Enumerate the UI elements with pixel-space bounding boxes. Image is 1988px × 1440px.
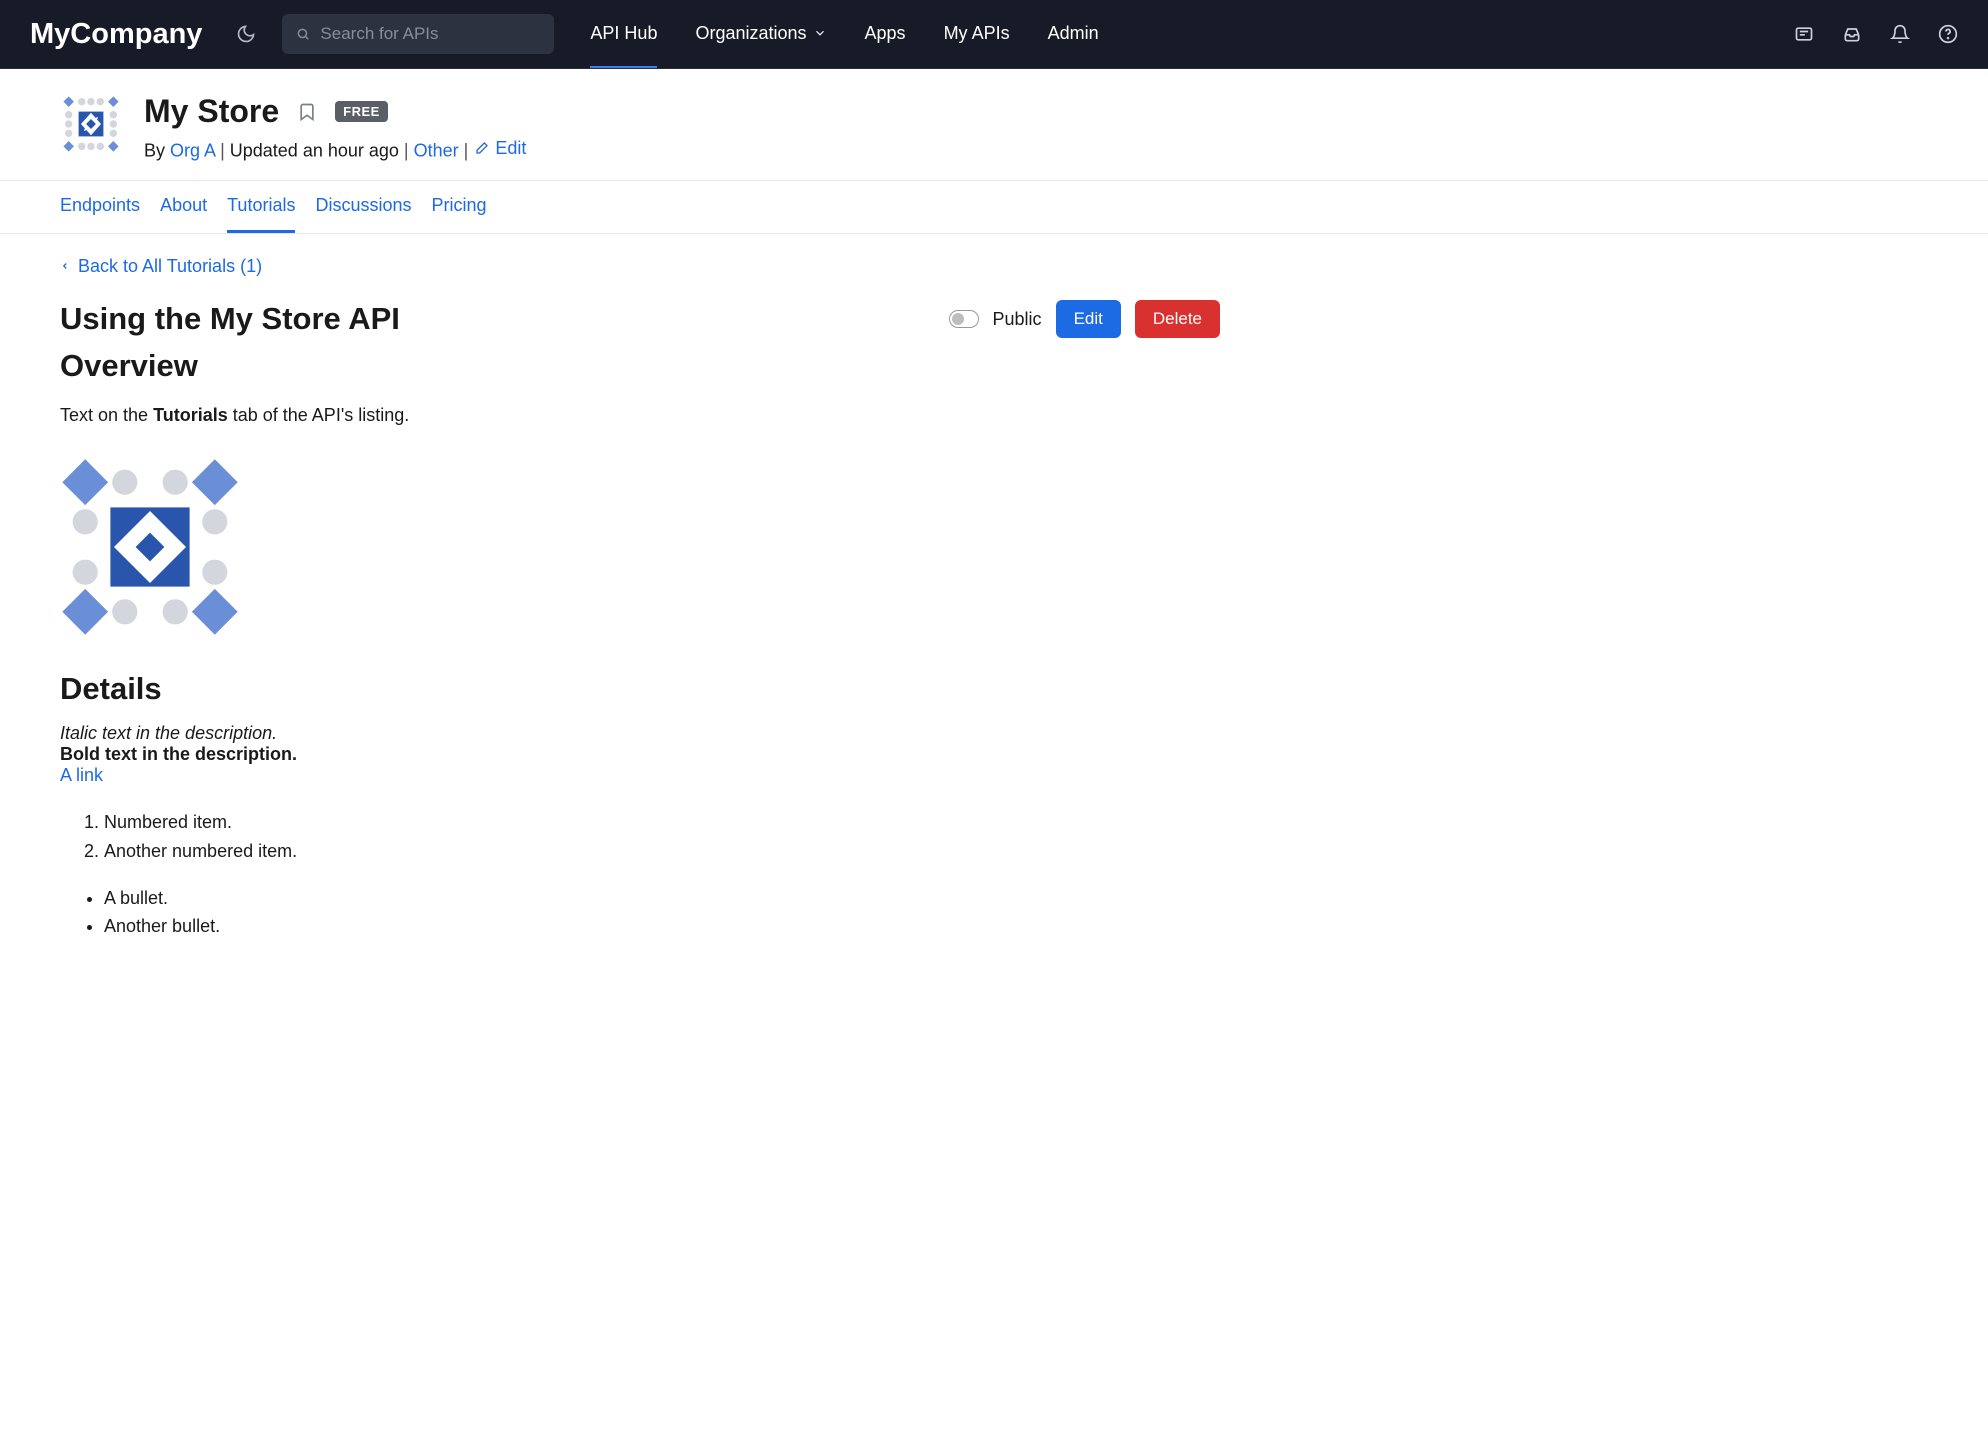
tutorial-illustration bbox=[60, 457, 240, 637]
delete-tutorial-button[interactable]: Delete bbox=[1135, 300, 1220, 338]
overview-heading: Overview bbox=[60, 348, 1220, 384]
details-heading: Details bbox=[60, 671, 1220, 707]
messages-button[interactable] bbox=[1794, 24, 1814, 44]
api-title: My Store bbox=[144, 93, 279, 130]
api-header: My Store FREE By Org A | Updated an hour… bbox=[0, 69, 1988, 181]
edit-tutorial-button[interactable]: Edit bbox=[1056, 300, 1121, 338]
pencil-icon bbox=[473, 141, 489, 157]
bookmark-icon bbox=[297, 100, 317, 124]
list-item: Another numbered item. bbox=[104, 837, 1220, 866]
edit-api-link[interactable]: Edit bbox=[473, 138, 526, 159]
public-toggle-label: Public bbox=[993, 309, 1042, 330]
public-toggle[interactable] bbox=[949, 310, 979, 328]
api-meta: By Org A | Updated an hour ago | Other |… bbox=[144, 138, 526, 162]
overview-text-bold: Tutorials bbox=[153, 405, 228, 425]
main-content: Back to All Tutorials (1) Using the My S… bbox=[0, 234, 1280, 982]
category-link[interactable]: Other bbox=[414, 141, 459, 161]
tab-endpoints[interactable]: Endpoints bbox=[60, 181, 140, 233]
list-item: A bullet. bbox=[104, 884, 1220, 913]
details-bold: Bold text in the description. bbox=[60, 744, 1220, 765]
tab-about[interactable]: About bbox=[160, 181, 207, 233]
brand-logo[interactable]: MyCompany bbox=[30, 18, 202, 51]
tutorial-actions: Public Edit Delete bbox=[949, 300, 1220, 338]
theme-toggle-button[interactable] bbox=[230, 18, 262, 50]
help-button[interactable] bbox=[1938, 24, 1958, 44]
nav-links: API Hub Organizations Apps My APIs Admin bbox=[590, 1, 1098, 68]
edit-api-label: Edit bbox=[495, 138, 526, 159]
list-item: Numbered item. bbox=[104, 808, 1220, 837]
nav-right bbox=[1794, 24, 1958, 44]
tab-tutorials[interactable]: Tutorials bbox=[227, 181, 295, 233]
nav-admin[interactable]: Admin bbox=[1048, 1, 1099, 68]
toggle-knob bbox=[952, 313, 964, 325]
list-item: Another bullet. bbox=[104, 912, 1220, 941]
nav-organizations[interactable]: Organizations bbox=[695, 1, 826, 68]
org-link[interactable]: Org A bbox=[170, 141, 215, 161]
by-label: By bbox=[144, 141, 165, 161]
back-to-tutorials-link[interactable]: Back to All Tutorials (1) bbox=[60, 256, 262, 277]
moon-icon bbox=[236, 24, 256, 44]
nav-organizations-label: Organizations bbox=[695, 23, 806, 44]
search-icon bbox=[296, 27, 310, 41]
inbox-button[interactable] bbox=[1842, 24, 1862, 44]
back-link-label: Back to All Tutorials (1) bbox=[78, 256, 262, 277]
bookmark-button[interactable] bbox=[297, 100, 317, 124]
message-icon bbox=[1794, 24, 1814, 44]
pricing-badge: FREE bbox=[335, 101, 388, 122]
overview-text-post: tab of the API's listing. bbox=[228, 405, 410, 425]
tab-pricing[interactable]: Pricing bbox=[432, 181, 487, 233]
api-header-info: My Store FREE By Org A | Updated an hour… bbox=[144, 93, 526, 162]
help-icon bbox=[1938, 24, 1958, 44]
updated-time: Updated an hour ago bbox=[230, 141, 399, 161]
overview-text-pre: Text on the bbox=[60, 405, 153, 425]
notifications-button[interactable] bbox=[1890, 24, 1910, 44]
nav-apps[interactable]: Apps bbox=[865, 1, 906, 68]
details-link[interactable]: A link bbox=[60, 765, 103, 786]
tutorial-title: Using the My Store API bbox=[60, 301, 400, 337]
top-nav: MyCompany API Hub Organizations Apps My … bbox=[0, 0, 1988, 69]
chevron-left-icon bbox=[60, 259, 70, 273]
api-logo bbox=[60, 93, 122, 155]
details-italic: Italic text in the description. bbox=[60, 723, 1220, 744]
chevron-down-icon bbox=[813, 26, 827, 40]
overview-paragraph: Text on the Tutorials tab of the API's l… bbox=[60, 402, 1220, 429]
inbox-icon bbox=[1842, 24, 1862, 44]
tutorial-title-row: Using the My Store API Public Edit Delet… bbox=[60, 300, 1220, 338]
nav-api-hub[interactable]: API Hub bbox=[590, 1, 657, 68]
nav-my-apis[interactable]: My APIs bbox=[944, 1, 1010, 68]
api-tabs: Endpoints About Tutorials Discussions Pr… bbox=[0, 181, 1988, 234]
bullet-list: A bullet. Another bullet. bbox=[60, 884, 1220, 942]
numbered-list: Numbered item. Another numbered item. bbox=[60, 808, 1220, 866]
tab-discussions[interactable]: Discussions bbox=[315, 181, 411, 233]
search-box[interactable] bbox=[282, 14, 554, 54]
search-input[interactable] bbox=[320, 24, 540, 44]
bell-icon bbox=[1890, 24, 1910, 44]
